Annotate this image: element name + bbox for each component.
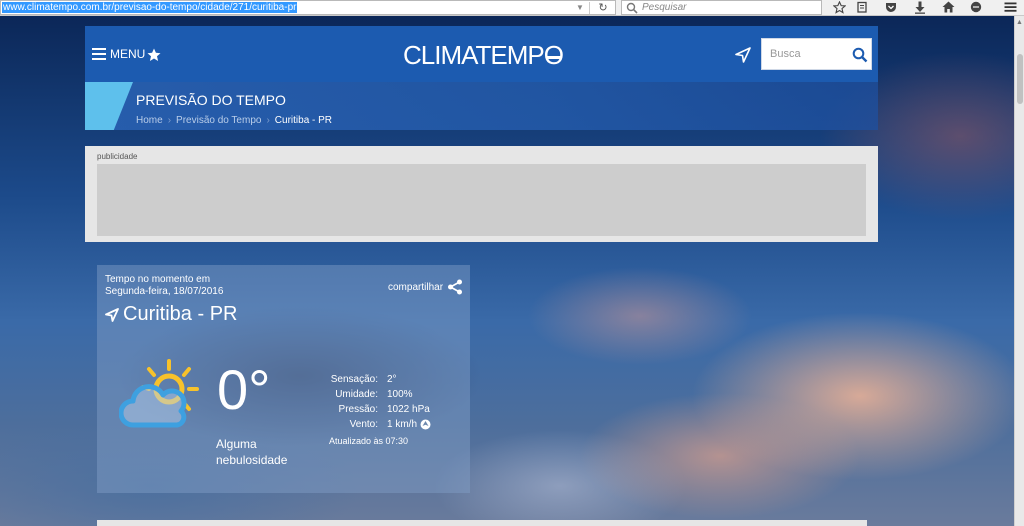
url-history-dropdown-icon[interactable]: ▼ bbox=[573, 2, 587, 14]
url-text[interactable]: www.climatempo.com.br/previsao-do-tempo/… bbox=[2, 2, 298, 13]
stat-row-umidade: Umidade: 100% bbox=[307, 387, 431, 402]
weather-intro-line1: Tempo no momento em bbox=[105, 274, 211, 285]
site-search-placeholder: Busca bbox=[770, 48, 801, 60]
stat-value: 1022 hPa bbox=[387, 404, 430, 415]
stat-value: 100% bbox=[387, 389, 413, 400]
reload-icon[interactable]: ↻ bbox=[595, 1, 611, 15]
search-icon bbox=[626, 2, 638, 14]
condition-text: Alguma nebulosidade bbox=[216, 437, 288, 467]
logo-thermometer-mark bbox=[547, 56, 561, 59]
weather-date: Segunda-feira, 18/07/2016 bbox=[105, 286, 224, 297]
climatempo-logo[interactable]: CLIMATEMPO bbox=[403, 40, 564, 71]
reading-list-icon[interactable] bbox=[853, 0, 871, 15]
pocket-icon[interactable] bbox=[882, 0, 900, 15]
breadcrumb-separator: › bbox=[266, 115, 270, 126]
breadcrumb-forecast[interactable]: Previsão do Tempo bbox=[176, 115, 261, 126]
page-scrollbar[interactable]: ▲ bbox=[1014, 16, 1024, 526]
city-label: Curitiba - PR bbox=[123, 303, 238, 325]
next-section-edge bbox=[97, 520, 867, 526]
bookmark-star-icon[interactable] bbox=[830, 0, 848, 15]
location-arrow-icon bbox=[105, 307, 119, 322]
download-icon[interactable] bbox=[911, 0, 929, 15]
url-bar[interactable]: www.climatempo.com.br/previsao-do-tempo/… bbox=[0, 0, 616, 15]
breadcrumb: Home › Previsão do Tempo › Curitiba - PR bbox=[136, 115, 332, 126]
site-header: MENU CLIMATEMPO Busca bbox=[85, 26, 878, 82]
menu-button[interactable]: MENU bbox=[92, 43, 145, 65]
locate-icon[interactable] bbox=[735, 47, 751, 63]
updated-time: Atualizado às 07:30 bbox=[329, 436, 409, 446]
browser-toolbar: www.climatempo.com.br/previsao-do-tempo/… bbox=[0, 0, 1024, 16]
chat-icon[interactable] bbox=[967, 0, 985, 15]
url-divider bbox=[589, 2, 590, 14]
browser-search-placeholder: Pesquisar bbox=[642, 2, 687, 13]
stat-value-wind: 1 km/h bbox=[387, 417, 431, 432]
share-button[interactable]: compartilhar bbox=[388, 279, 463, 295]
stat-label: Umidade: bbox=[335, 389, 378, 400]
ad-label: publicidade bbox=[97, 152, 138, 161]
current-weather-card: Tempo no momento em Segunda-feira, 18/07… bbox=[97, 265, 470, 493]
breadcrumb-separator: › bbox=[167, 115, 172, 126]
favorite-star-icon[interactable] bbox=[147, 48, 161, 62]
wind-speed: 1 km/h bbox=[387, 419, 418, 430]
title-accent-shape bbox=[85, 82, 133, 130]
hamburger-menu-icon bbox=[92, 48, 106, 60]
city-name: Curitiba - PR bbox=[105, 303, 237, 326]
share-icon bbox=[448, 279, 463, 295]
weather-intro: Tempo no momento em Segunda-feira, 18/07… bbox=[105, 274, 223, 298]
stat-row-vento: Vento: 1 km/h bbox=[307, 417, 431, 432]
wind-direction-icon bbox=[420, 419, 431, 430]
weather-stats: Sensação: 2° Umidade: 100% Pressão: 1022… bbox=[307, 372, 431, 432]
page-title-band: PREVISÃO DO TEMPO Home › Previsão do Tempo… bbox=[85, 82, 878, 130]
breadcrumb-current: Curitiba - PR bbox=[274, 115, 333, 126]
stat-row-pressao: Pressão: 1022 hPa bbox=[307, 402, 431, 417]
stat-value: 2° bbox=[387, 374, 397, 385]
home-icon[interactable] bbox=[939, 0, 957, 15]
temperature: 0° bbox=[217, 358, 271, 421]
site-search-input[interactable]: Busca bbox=[761, 38, 872, 70]
breadcrumb-home[interactable]: Home bbox=[136, 115, 163, 126]
ad-slot[interactable] bbox=[97, 164, 866, 236]
hamburger-menu-icon[interactable] bbox=[1001, 0, 1019, 15]
scroll-up-arrow-icon[interactable]: ▲ bbox=[1016, 19, 1023, 26]
search-icon[interactable] bbox=[852, 47, 868, 63]
stat-label: Vento: bbox=[349, 419, 378, 430]
sun-cloud-icon bbox=[119, 359, 199, 428]
browser-search-bar[interactable]: Pesquisar bbox=[621, 0, 822, 15]
stat-label: Sensação: bbox=[330, 374, 378, 385]
advertisement-box: publicidade bbox=[85, 146, 878, 242]
share-label: compartilhar bbox=[388, 281, 444, 293]
scroll-thumb[interactable] bbox=[1017, 54, 1023, 104]
stat-label: Pressão: bbox=[338, 404, 378, 415]
stat-row-sensacao: Sensação: 2° bbox=[307, 372, 431, 387]
menu-label: MENU bbox=[110, 47, 146, 61]
page-title: PREVISÃO DO TEMPO bbox=[136, 92, 286, 108]
